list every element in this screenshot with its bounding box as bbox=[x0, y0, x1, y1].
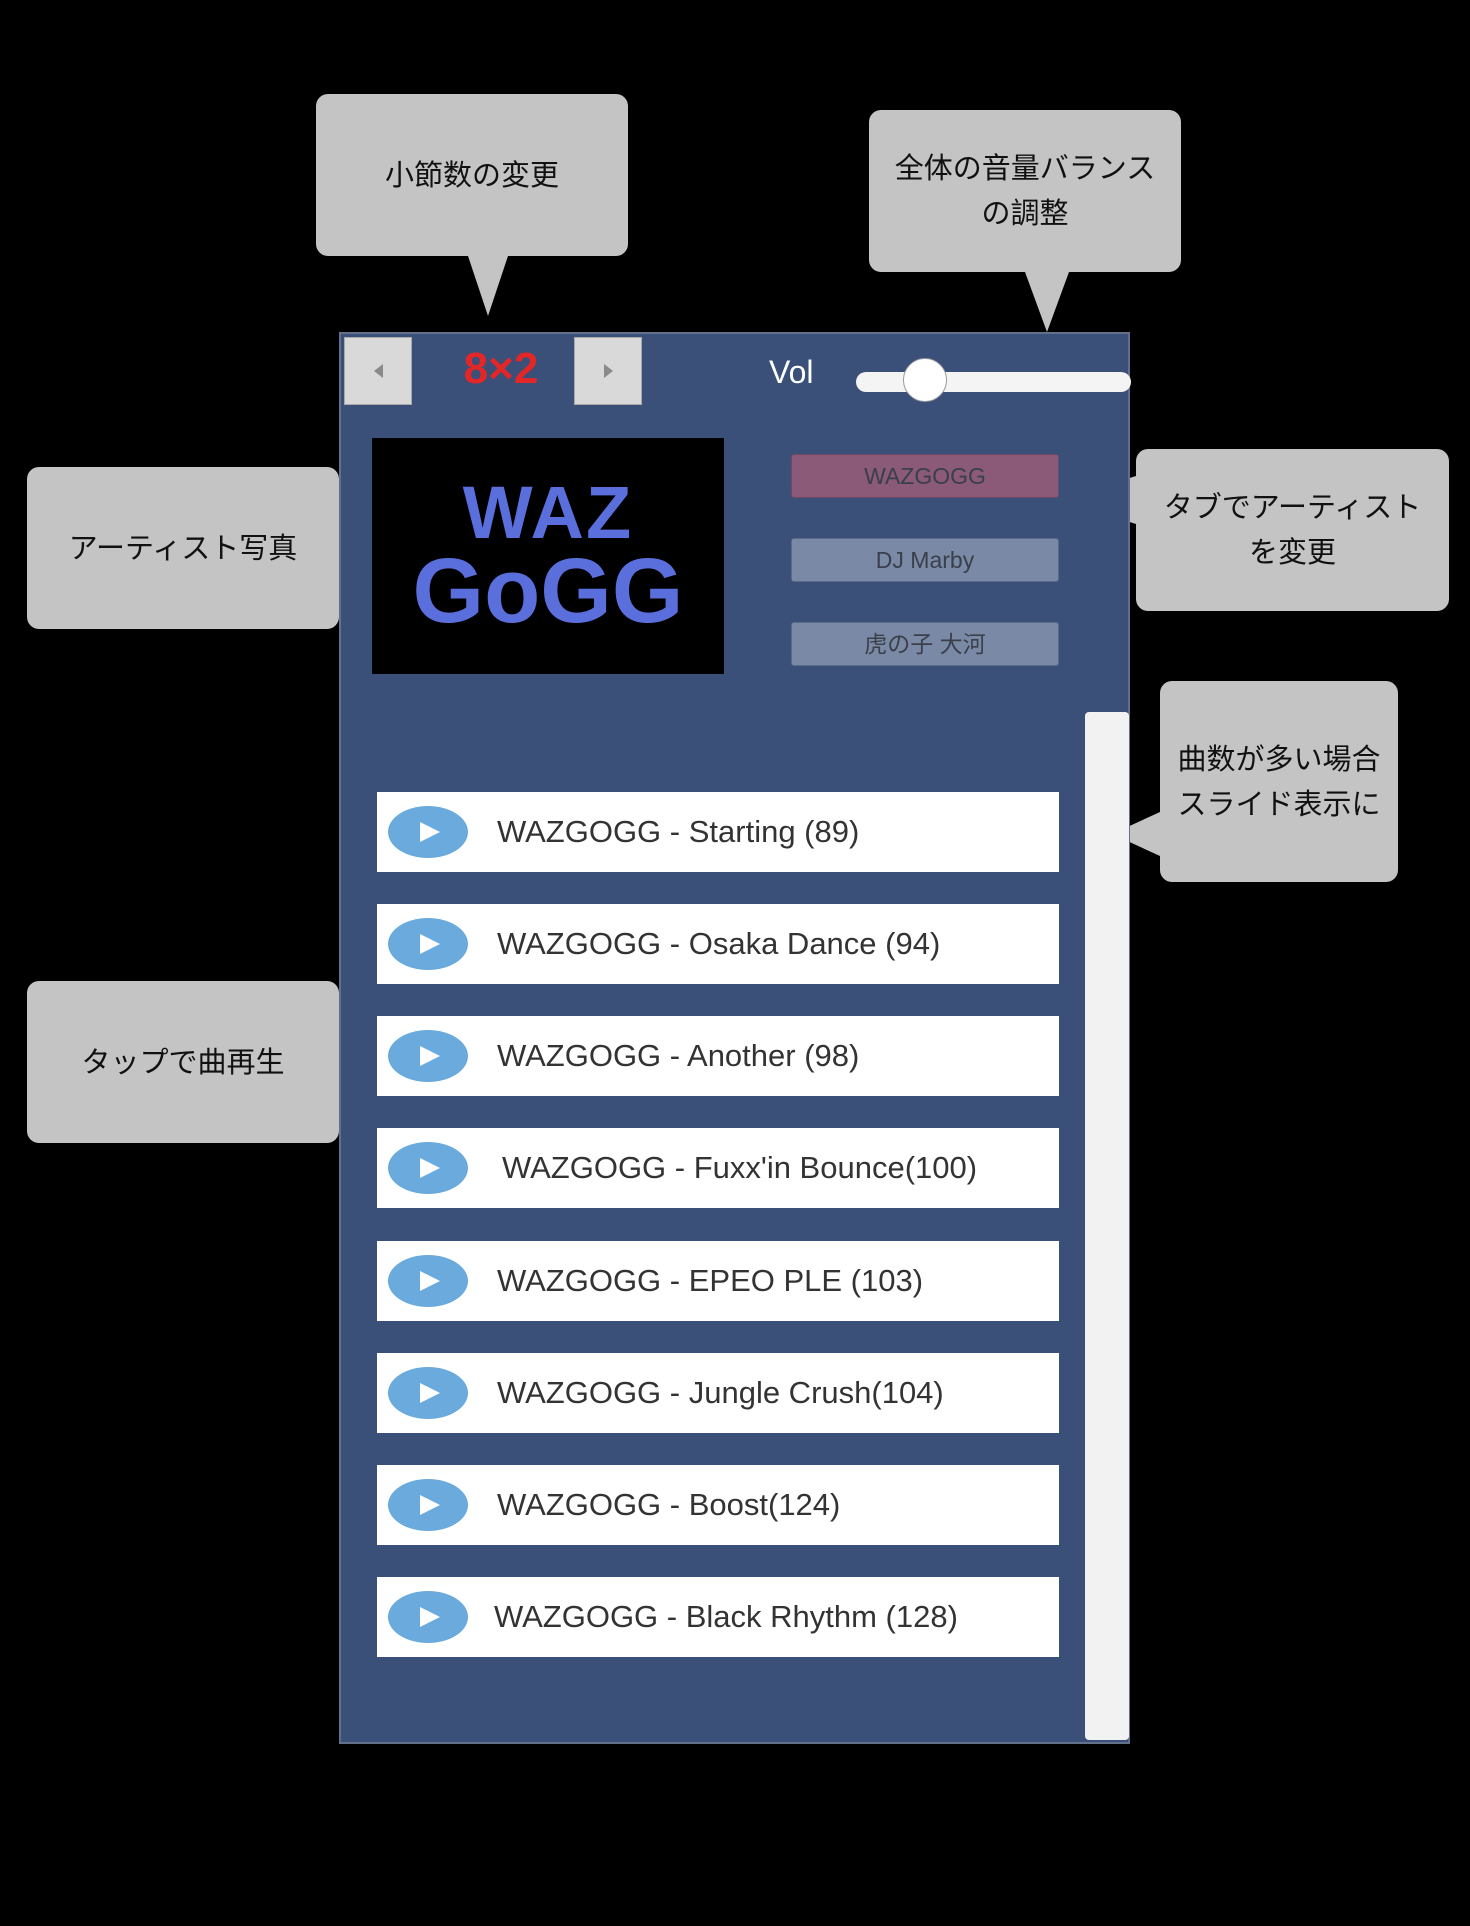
song-title: WAZGOGG - Boost(124) bbox=[497, 1487, 841, 1522]
song-row[interactable]: WAZGOGG - Jungle Crush(104) bbox=[377, 1353, 1059, 1433]
volume-label: Vol bbox=[769, 354, 814, 390]
song-row[interactable]: WAZGOGG - EPEO PLE (103) bbox=[377, 1241, 1059, 1321]
play-button[interactable] bbox=[388, 1479, 468, 1531]
song-title: WAZGOGG - EPEO PLE (103) bbox=[497, 1263, 924, 1298]
callout-text: 小節数の変更 bbox=[384, 157, 559, 192]
callout-text-line2: を変更 bbox=[1248, 535, 1336, 569]
play-button[interactable] bbox=[388, 1367, 468, 1419]
callout-text-line1: 曲数が多い場合 bbox=[1177, 741, 1381, 776]
tab-artist-toranoko-taiga[interactable]: 虎の子 大河 bbox=[791, 622, 1059, 666]
play-button[interactable] bbox=[388, 1591, 468, 1643]
volume-slider-handle[interactable] bbox=[902, 358, 947, 402]
play-icon bbox=[420, 1607, 440, 1627]
play-icon bbox=[420, 1046, 440, 1066]
volume-slider[interactable] bbox=[856, 372, 1131, 392]
play-button[interactable] bbox=[388, 1142, 468, 1194]
tab-artist-dj-marby[interactable]: DJ Marby bbox=[791, 538, 1059, 582]
song-row[interactable]: WAZGOGG - Boost(124) bbox=[377, 1465, 1059, 1545]
play-button[interactable] bbox=[388, 806, 468, 858]
callout-tail bbox=[1025, 272, 1069, 332]
song-row[interactable]: WAZGOGG - Osaka Dance (94) bbox=[377, 904, 1059, 984]
song-title: WAZGOGG - Black Rhythm (128) bbox=[494, 1599, 958, 1634]
play-icon bbox=[420, 1495, 440, 1515]
song-title: WAZGOGG - Another (98) bbox=[497, 1038, 860, 1073]
play-icon bbox=[420, 934, 440, 954]
callout-text-line1: 全体の音量バランス bbox=[894, 151, 1156, 185]
measure-next-button[interactable] bbox=[574, 337, 642, 405]
callout-measure-change: 小節数の変更 bbox=[316, 94, 628, 256]
play-button[interactable] bbox=[388, 1255, 468, 1307]
song-row[interactable]: WAZGOGG - Black Rhythm (128) bbox=[377, 1577, 1059, 1657]
measure-count: 8×2 bbox=[463, 344, 539, 393]
song-row[interactable]: WAZGOGG - Starting (89) bbox=[377, 792, 1059, 872]
music-player-panel: 8×2 Vol WAZ GoGG WAZGOGG DJ Marby 虎の子 大河… bbox=[339, 332, 1131, 1744]
song-title: WAZGOGG - Fuxx'in Bounce(100) bbox=[502, 1150, 978, 1185]
callout-artist-photo: アーティスト写真 bbox=[27, 467, 339, 629]
callout-text: アーティスト写真 bbox=[68, 530, 298, 565]
callout-volume-balance: 全体の音量バランス の調整 bbox=[869, 110, 1181, 272]
artist-photo: WAZ GoGG bbox=[372, 438, 724, 674]
callout-text-line2: スライド表示に bbox=[1177, 786, 1381, 821]
song-list[interactable]: WAZGOGG - Starting (89) WAZGOGG - Osaka … bbox=[377, 712, 1059, 1732]
play-icon bbox=[420, 1271, 440, 1291]
arrow-right-icon bbox=[603, 364, 613, 378]
callout-tab-change: タブでアーティスト を変更 bbox=[1136, 449, 1449, 611]
song-title: WAZGOGG - Starting (89) bbox=[497, 814, 860, 849]
play-icon bbox=[420, 1158, 440, 1178]
song-row[interactable]: WAZGOGG - Another (98) bbox=[377, 1016, 1059, 1096]
play-icon bbox=[420, 822, 440, 842]
callout-tail bbox=[468, 256, 508, 316]
song-row[interactable]: WAZGOGG - Fuxx'in Bounce(100) bbox=[377, 1128, 1059, 1208]
play-button[interactable] bbox=[388, 918, 468, 970]
artist-logo-line2: GoGG bbox=[412, 540, 684, 642]
play-button[interactable] bbox=[388, 1030, 468, 1082]
callout-many-songs: 曲数が多い場合 スライド表示に bbox=[1160, 681, 1398, 882]
play-icon bbox=[420, 1383, 440, 1403]
callout-text-line2: の調整 bbox=[981, 196, 1069, 230]
tab-artist-wazgogg[interactable]: WAZGOGG bbox=[791, 454, 1059, 498]
arrow-left-icon bbox=[373, 364, 383, 378]
callout-text-line1: タブでアーティスト bbox=[1163, 490, 1422, 524]
measure-prev-button[interactable] bbox=[344, 337, 412, 405]
callout-text: タップで曲再生 bbox=[81, 1044, 285, 1079]
song-title: WAZGOGG - Osaka Dance (94) bbox=[497, 926, 941, 961]
song-list-scrollbar[interactable] bbox=[1085, 712, 1129, 1740]
callout-tap-play: タップで曲再生 bbox=[27, 981, 339, 1143]
artist-logo-line1: WAZ bbox=[462, 471, 634, 554]
song-title: WAZGOGG - Jungle Crush(104) bbox=[497, 1375, 944, 1410]
